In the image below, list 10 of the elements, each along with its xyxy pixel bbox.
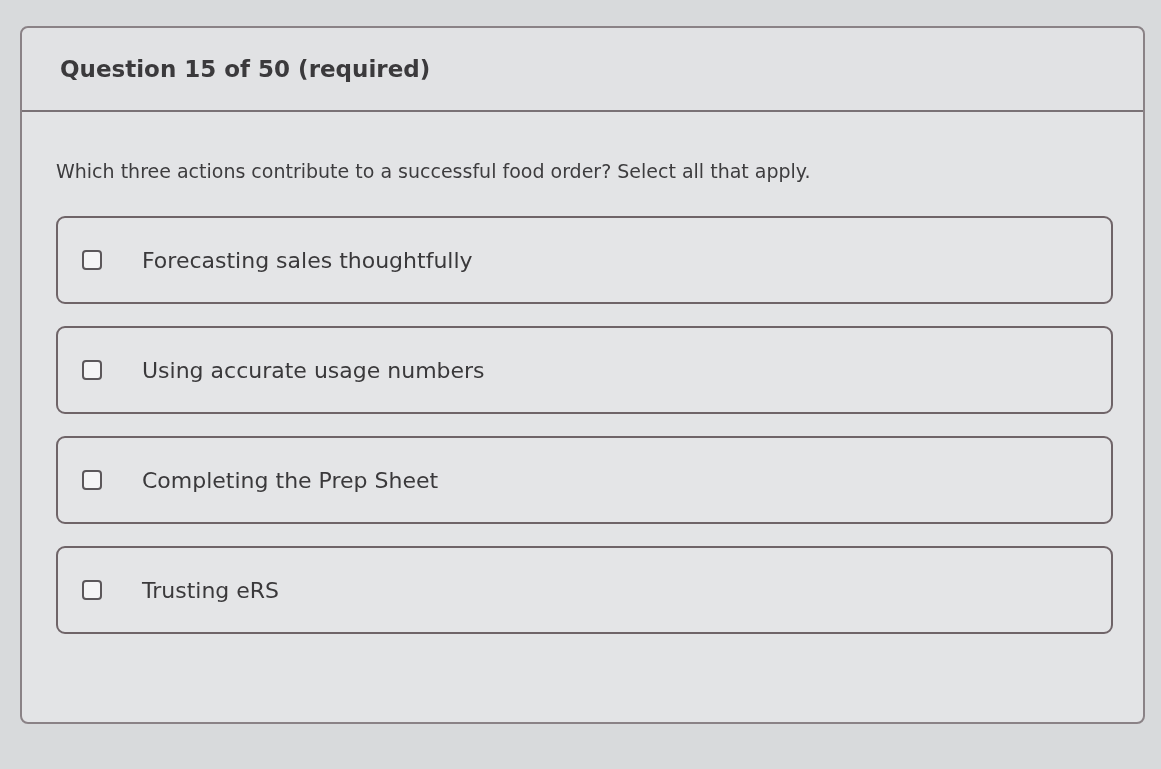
checkbox-icon[interactable] [82,470,102,490]
question-title: Question 15 of 50 (required) [60,56,431,82]
answer-option[interactable]: Forecasting sales thoughtfully [56,216,1113,304]
checkbox-icon[interactable] [82,360,102,380]
checkbox-icon[interactable] [82,580,102,600]
question-prompt: Which three actions contribute to a successful food order? Select all that apply. [56,160,812,182]
answer-option[interactable]: Trusting eRS [56,546,1113,634]
answer-option[interactable]: Using accurate usage numbers [56,326,1113,414]
answer-option[interactable]: Completing the Prep Sheet [56,436,1113,524]
checkbox-icon[interactable] [82,250,102,270]
